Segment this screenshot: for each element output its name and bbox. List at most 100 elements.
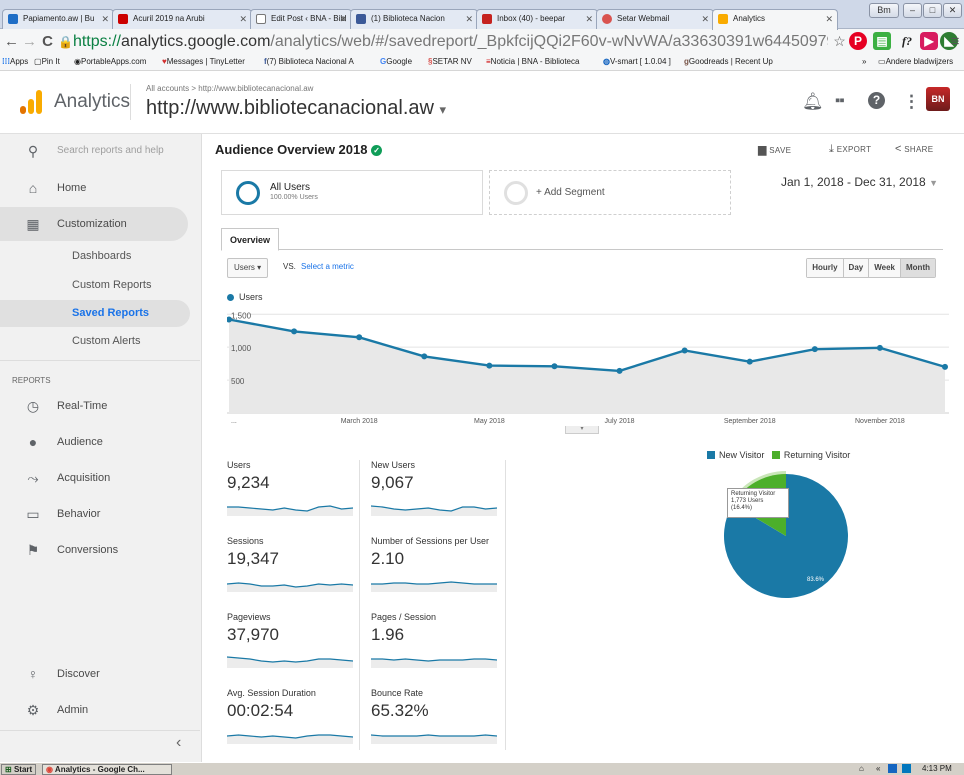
sidebar-item-custom-alerts[interactable]: Custom Alerts	[0, 328, 190, 355]
sidebar: ⚲ Search reports and help ⌂ Home ▦ Customiz…	[0, 134, 202, 762]
chart-expand-handle[interactable]: ▾	[565, 426, 599, 434]
browser-tab-edit-post[interactable]: Edit Post ‹ BNA - Bibl ✕	[250, 9, 352, 29]
tray-expand-icon[interactable]: «	[876, 763, 880, 775]
account-breadcrumb[interactable]: All accounts > http://www.bibliotecanaci…	[146, 84, 313, 93]
browser-tab-analytics[interactable]: Analytics ✕	[712, 9, 838, 30]
tab-overview[interactable]: Overview	[221, 228, 280, 251]
browser-tab-facebook[interactable]: (1) Biblioteca Nacion ✕	[350, 9, 478, 29]
day-button[interactable]: Day	[842, 259, 869, 277]
sidebar-item-behavior[interactable]: ▭ Behavior	[0, 497, 200, 531]
maximize-icon[interactable]: □	[923, 3, 942, 18]
close-tab-icon[interactable]: ✕	[701, 10, 709, 28]
bookmark-goodreads[interactable]: g Goodreads | Recent Up	[684, 54, 773, 70]
other-bookmarks-folder[interactable]: ▭ Andere bladwijzers	[878, 54, 953, 70]
taskbar-chrome-window[interactable]: ◉ Analytics - Google Ch...	[42, 764, 172, 775]
sidebar-item-saved-reports[interactable]: Saved Reports	[0, 300, 190, 327]
data-point[interactable]	[681, 347, 688, 354]
data-point[interactable]	[356, 334, 363, 341]
scorecard-pages-session[interactable]: Pages / Session 1.96	[371, 612, 507, 676]
browser-tab-papiamento[interactable]: Papiamento.aw | Bu ✕	[2, 9, 114, 29]
sparkline	[227, 582, 353, 592]
print-icon[interactable]: ▤	[873, 32, 891, 50]
sidebar-item-acquisition[interactable]: ⤳ Acquisition	[0, 461, 200, 495]
apps-bookmark[interactable]: ⁞⁞⁞ Apps	[2, 54, 28, 70]
data-point[interactable]	[486, 362, 493, 369]
bookmark-noticia[interactable]: ≡ Noticia | BNA - Biblioteca	[486, 54, 579, 70]
forward-icon[interactable]: →	[20, 33, 39, 50]
bookmark-pinit[interactable]: ▢ Pin It	[34, 54, 60, 70]
video-extension-icon[interactable]: ▶	[920, 32, 938, 50]
data-point[interactable]	[291, 328, 298, 335]
browser-tab-acuril[interactable]: Acuril 2019 na Arubi ✕	[112, 9, 252, 29]
browser-tab-setar[interactable]: Setar Webmail ✕	[596, 9, 714, 29]
formula-extension-icon[interactable]: f?	[898, 32, 916, 50]
profile-button[interactable]: Bm	[869, 3, 899, 18]
notifications-bell-icon[interactable]: 🔔︎	[802, 92, 824, 112]
data-point[interactable]	[942, 363, 948, 370]
minimize-icon[interactable]: –	[903, 3, 922, 18]
close-tab-icon[interactable]: ✕	[101, 10, 109, 28]
scorecard-pageviews[interactable]: Pageviews 37,970	[227, 612, 363, 676]
close-tab-icon[interactable]: ✕	[585, 10, 593, 28]
week-button[interactable]: Week	[868, 259, 900, 277]
bookmark-star-icon[interactable]: ☆	[830, 33, 849, 50]
bookmark-vsmart[interactable]: ◍ V-smart [ 1.0.04 ]	[603, 54, 671, 70]
segment-all-users[interactable]: All Users 100.00% Users	[221, 170, 483, 215]
apps-grid-icon[interactable]: ▪▪	[835, 92, 845, 109]
close-tab-icon[interactable]: ✕	[339, 10, 347, 28]
sidebar-item-conversions[interactable]: ⚑ Conversions	[0, 533, 200, 567]
sidebar-item-admin[interactable]: ⚙ Admin	[0, 693, 200, 727]
sidebar-item-realtime[interactable]: ◷ Real-Time	[0, 389, 200, 423]
data-point[interactable]	[551, 363, 558, 370]
url-field[interactable]: 🔒https://analytics.google.com/analytics/…	[58, 31, 828, 52]
add-segment-button[interactable]: + Add Segment	[489, 170, 731, 215]
start-button[interactable]: ⊞ Start	[1, 764, 37, 775]
bookmark-tinyletter[interactable]: ♥ Messages | TinyLetter	[162, 54, 245, 70]
hourly-button[interactable]: Hourly	[807, 259, 843, 277]
scorecard-users[interactable]: Users 9,234	[227, 460, 363, 524]
sidebar-item-home[interactable]: ⌂ Home	[0, 171, 200, 205]
sidebar-item-custom-reports[interactable]: Custom Reports	[0, 272, 190, 299]
account-avatar[interactable]: BN	[926, 87, 950, 111]
metric-selector[interactable]: Users ▾	[227, 258, 269, 278]
scorecard-avg-session-duration[interactable]: Avg. Session Duration 00:02:54	[227, 688, 363, 752]
select-metric-link[interactable]: Select a metric	[301, 262, 354, 271]
data-point[interactable]	[811, 346, 818, 353]
data-point[interactable]	[876, 344, 883, 351]
bookmark-portableapps[interactable]: ◉ PortableApps.com	[74, 54, 146, 70]
search-reports[interactable]: ⚲ Search reports and help	[0, 134, 200, 168]
export-button[interactable]: ⤓ EXPORT	[829, 143, 871, 156]
scorecard-sessions[interactable]: Sessions 19,347	[227, 536, 363, 600]
more-vert-icon[interactable]: ⋮	[903, 92, 920, 112]
account-selector[interactable]: http://www.bibliotecanacional.aw ▾	[146, 97, 446, 120]
sidebar-item-customization[interactable]: ▦ Customization	[0, 207, 188, 241]
sidebar-item-discover[interactable]: ♀ Discover	[0, 657, 200, 691]
back-icon[interactable]: ←	[2, 33, 21, 50]
data-point[interactable]	[616, 367, 623, 374]
bookmark-setar[interactable]: § SETAR NV	[428, 54, 472, 70]
data-point[interactable]	[746, 358, 753, 365]
scorecard-new-users[interactable]: New Users 9,067	[371, 460, 507, 524]
close-tab-icon[interactable]: ✕	[465, 10, 473, 28]
month-button[interactable]: Month	[900, 259, 935, 277]
help-icon[interactable]: ?	[868, 92, 885, 109]
scorecard-bounce-rate[interactable]: Bounce Rate 65.32%	[371, 688, 507, 752]
sidebar-item-dashboards[interactable]: Dashboards	[0, 243, 190, 270]
reload-icon[interactable]: C	[38, 33, 57, 50]
close-tab-icon[interactable]: ✕	[239, 10, 247, 28]
collapse-sidebar-icon[interactable]: ‹	[176, 734, 181, 752]
bookmark-biblioteca-fb[interactable]: f (7) Biblioteca Nacional A	[264, 54, 354, 70]
browser-tab-inbox[interactable]: Inbox (40) - beepar ✕	[476, 9, 598, 29]
close-tab-icon[interactable]: ✕	[825, 10, 833, 28]
save-button[interactable]: ▆ SAVE	[758, 143, 791, 156]
sidebar-item-audience[interactable]: ● Audience	[0, 425, 200, 459]
share-button[interactable]: < SHARE	[895, 143, 933, 155]
close-window-icon[interactable]: ✕	[943, 3, 962, 18]
menu-icon[interactable]: ≡	[946, 33, 964, 50]
data-point[interactable]	[421, 353, 428, 360]
date-range-picker[interactable]: Jan 1, 2018 - Dec 31, 2018 ▼	[781, 175, 938, 189]
pinterest-icon[interactable]: P	[849, 32, 867, 50]
more-bookmarks-icon[interactable]: »	[862, 54, 866, 70]
bookmark-google[interactable]: G Google	[380, 54, 412, 70]
scorecard-number-of-sessions-per-user[interactable]: Number of Sessions per User 2.10	[371, 536, 507, 600]
